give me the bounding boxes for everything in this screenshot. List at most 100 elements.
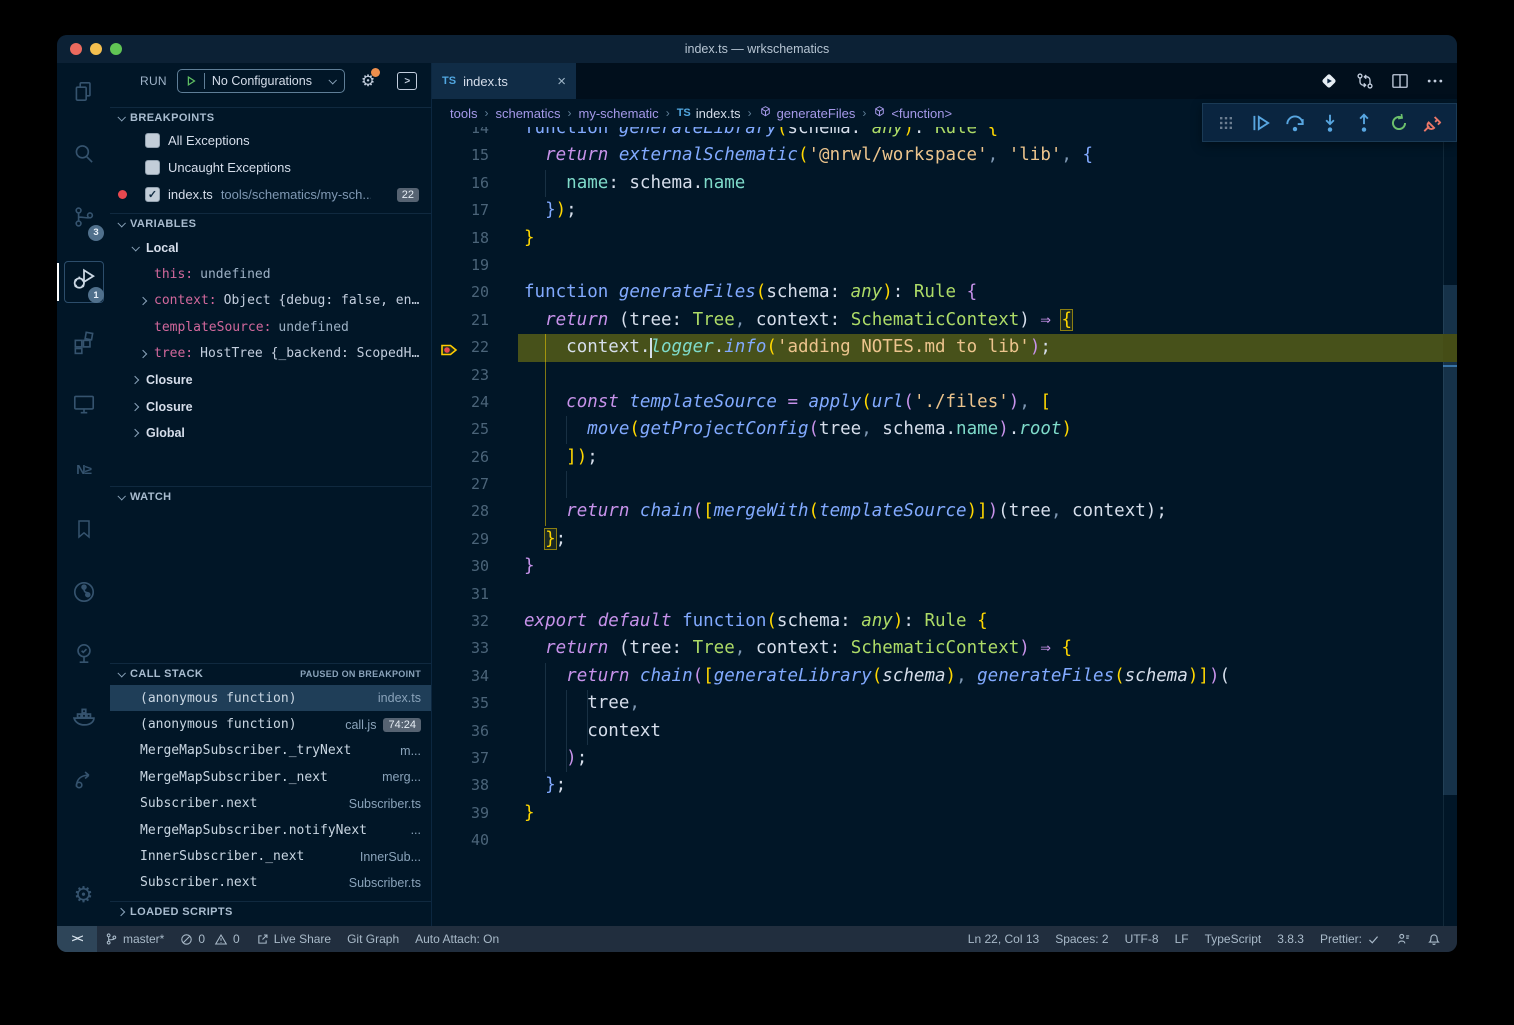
- code-line[interactable]: 28 return chain([mergeWith(templateSourc…: [432, 498, 1457, 525]
- gutter[interactable]: 26: [432, 444, 524, 471]
- code-line[interactable]: 25 move(getProjectConfig(tree, schema.na…: [432, 416, 1457, 443]
- status-item[interactable]: [1419, 926, 1449, 952]
- section-call-stack[interactable]: CALL STACKPAUSED ON BREAKPOINT: [110, 663, 431, 683]
- activity-item-docker[interactable]: [57, 688, 110, 751]
- status-item[interactable]: TypeScript: [1197, 926, 1270, 952]
- breadcrumb-item[interactable]: schematics: [495, 106, 560, 121]
- gutter[interactable]: 36: [432, 718, 524, 745]
- code-line[interactable]: 23: [432, 362, 1457, 389]
- stack-frame[interactable]: MergeMapSubscriber._nextmerg...: [110, 764, 431, 790]
- launch-config-dropdown[interactable]: No Configurations: [177, 69, 345, 93]
- status-item[interactable]: master*: [97, 926, 172, 952]
- code-line[interactable]: 30}: [432, 553, 1457, 580]
- gutter[interactable]: 21: [432, 307, 524, 334]
- code-line[interactable]: 34 return chain([generateLibrary(schema)…: [432, 663, 1457, 690]
- status-item[interactable]: Auto Attach: On: [407, 926, 507, 952]
- stack-frame[interactable]: MergeMapSubscriber.notifyNext...: [110, 817, 431, 843]
- variable-row[interactable]: Closure: [110, 393, 431, 419]
- variable-row[interactable]: Global: [110, 420, 431, 446]
- maximize-window-button[interactable]: [110, 43, 122, 55]
- variable-row[interactable]: tree:HostTree {_backend: ScopedH…: [110, 341, 431, 367]
- variable-row[interactable]: this:undefined: [110, 261, 431, 287]
- status-item[interactable]: Prettier:: [1312, 926, 1388, 952]
- code-line[interactable]: 24 const templateSource = apply(url('./f…: [432, 389, 1457, 416]
- close-tab-icon[interactable]: ×: [557, 73, 566, 90]
- gutter[interactable]: 40: [432, 827, 524, 854]
- gutter[interactable]: 30: [432, 553, 524, 580]
- code-line[interactable]: 20function generateFiles(schema: any): R…: [432, 279, 1457, 306]
- gutter[interactable]: 35: [432, 690, 524, 717]
- status-item[interactable]: UTF-8: [1117, 926, 1167, 952]
- debug-console-icon[interactable]: >: [397, 72, 417, 90]
- gutter[interactable]: 20: [432, 279, 524, 306]
- gutter[interactable]: 28: [432, 498, 524, 525]
- gutter[interactable]: 14: [432, 127, 524, 142]
- activity-item-nx-console[interactable]: N≥: [57, 438, 110, 501]
- gutter[interactable]: 15: [432, 142, 524, 169]
- activity-item-extensions[interactable]: [57, 313, 110, 376]
- gutter[interactable]: 29: [432, 526, 524, 553]
- code-line[interactable]: 38 };: [432, 772, 1457, 799]
- activity-item-bookmarks[interactable]: [57, 501, 110, 564]
- code-line[interactable]: 16 name: schema.name: [432, 170, 1457, 197]
- activity-item-live-share[interactable]: [57, 751, 110, 814]
- code-line[interactable]: 31: [432, 581, 1457, 608]
- status-item[interactable]: 00: [172, 926, 247, 952]
- gutter[interactable]: 37: [432, 745, 524, 772]
- more-actions-icon[interactable]: [1425, 71, 1445, 91]
- activity-item-git-graph[interactable]: [57, 563, 110, 626]
- gutter[interactable]: 23: [432, 362, 524, 389]
- title-bar[interactable]: index.ts — wrkschematics: [57, 35, 1457, 63]
- tab-index-ts[interactable]: TS index.ts ×: [432, 63, 576, 99]
- section-loaded-scripts[interactable]: LOADED SCRIPTS: [110, 901, 431, 921]
- gutter[interactable]: 22: [432, 334, 524, 361]
- stack-frame[interactable]: MergeMapSubscriber._tryNextm...: [110, 738, 431, 764]
- code-line[interactable]: 36 context: [432, 718, 1457, 745]
- status-item[interactable]: [1388, 926, 1419, 952]
- remote-indicator[interactable]: ><: [57, 926, 97, 952]
- status-item[interactable]: LF: [1167, 926, 1197, 952]
- breakpoint-checkbox[interactable]: [145, 133, 160, 148]
- breadcrumb-item[interactable]: <function>: [873, 105, 952, 121]
- stack-frame[interactable]: (anonymous function)call.js74:24: [110, 711, 431, 737]
- variable-row[interactable]: templateSource:undefined: [110, 314, 431, 340]
- breakpoint-row[interactable]: ✓index.tstools/schematics/my-sch...22: [110, 181, 431, 208]
- activity-item-run-and-debug[interactable]: 1: [57, 251, 110, 314]
- code-editor[interactable]: 14function generateLibrary(schema: any):…: [432, 127, 1457, 926]
- section-variables[interactable]: VARIABLES: [110, 213, 431, 233]
- git-compare-icon[interactable]: [1355, 71, 1375, 91]
- code-line[interactable]: 14function generateLibrary(schema: any):…: [432, 127, 1457, 142]
- stack-frame[interactable]: Subscriber.nextSubscriber.ts: [110, 870, 431, 896]
- breadcrumb-item[interactable]: my-schematic: [579, 106, 659, 121]
- breadcrumb-item[interactable]: tools: [450, 106, 477, 121]
- gutter[interactable]: 31: [432, 581, 524, 608]
- code-line[interactable]: 15 return externalSchematic('@nrwl/works…: [432, 142, 1457, 169]
- gutter[interactable]: 24: [432, 389, 524, 416]
- start-debug-icon[interactable]: [184, 74, 198, 88]
- gutter[interactable]: 38: [432, 772, 524, 799]
- gutter[interactable]: 39: [432, 800, 524, 827]
- code-line[interactable]: 18}: [432, 225, 1457, 252]
- status-item[interactable]: Live Share: [248, 926, 339, 952]
- code-line[interactable]: 37 );: [432, 745, 1457, 772]
- gutter[interactable]: 18: [432, 225, 524, 252]
- code-line[interactable]: 27: [432, 471, 1457, 498]
- gutter[interactable]: 27: [432, 471, 524, 498]
- section-breakpoints[interactable]: BREAKPOINTS: [110, 107, 431, 127]
- gutter[interactable]: 33: [432, 635, 524, 662]
- activity-item-search[interactable]: [57, 126, 110, 189]
- gutter[interactable]: 17: [432, 197, 524, 224]
- breakpoint-checkbox[interactable]: ✓: [145, 187, 160, 202]
- minimize-window-button[interactable]: [90, 43, 102, 55]
- variable-row[interactable]: Closure: [110, 367, 431, 393]
- activity-item-source-control[interactable]: 3: [57, 188, 110, 251]
- split-editor-icon[interactable]: [1390, 71, 1410, 91]
- gutter[interactable]: 25: [432, 416, 524, 443]
- open-changes-icon[interactable]: [1318, 70, 1340, 92]
- activity-item-todo-tree[interactable]: [57, 626, 110, 689]
- variable-row[interactable]: context:Object {debug: false, en…: [110, 288, 431, 314]
- code-line[interactable]: 22 context.logger.info('adding NOTES.md …: [432, 334, 1457, 361]
- status-item[interactable]: Spaces: 2: [1047, 926, 1116, 952]
- activity-item-remote-explorer[interactable]: [57, 376, 110, 439]
- gear-icon[interactable]: ⚙: [57, 882, 110, 908]
